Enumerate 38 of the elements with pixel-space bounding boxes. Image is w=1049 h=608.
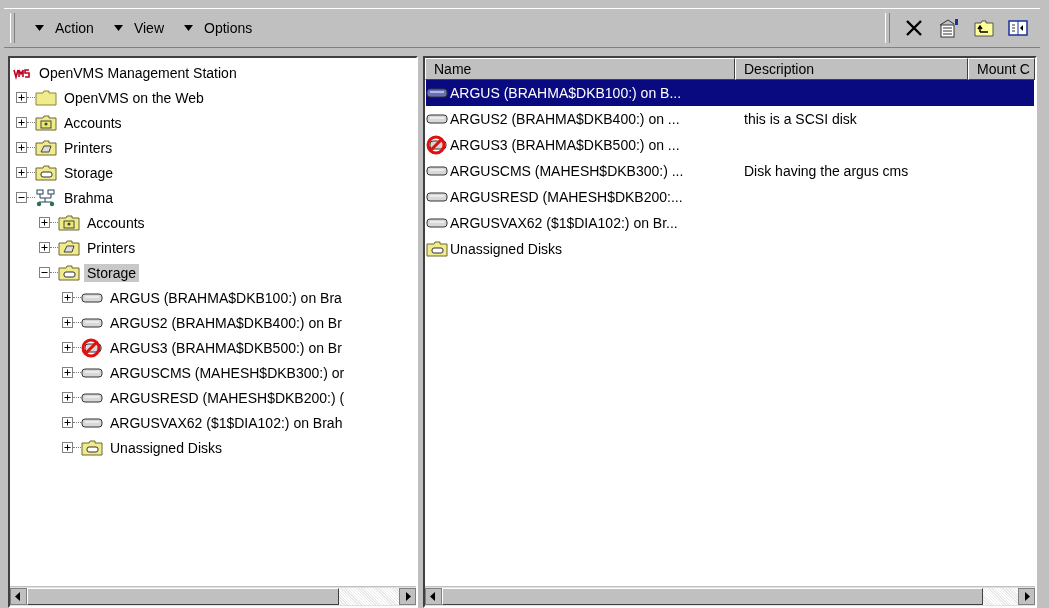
tree-item[interactable]: Accounts <box>84 213 148 232</box>
tree-item[interactable]: ARGUSVAX62 ($1$DIA102:) on Brah <box>107 413 346 432</box>
disk-name: ARGUSRESD (MAHESH$DKB200:... <box>450 189 683 205</box>
tree-item[interactable]: ARGUSRESD (MAHESH$DKB200:) ( <box>107 388 348 407</box>
tree-item[interactable]: OpenVMS Management Station <box>36 63 240 82</box>
disk-name: ARGUS3 (BRAHMA$DKB500:) on ... <box>450 137 680 153</box>
tree-item[interactable]: Brahma <box>61 188 117 207</box>
menu-button[interactable]: View <box>113 20 164 36</box>
disk-name: Unassigned Disks <box>450 241 563 257</box>
tree-item[interactable]: ARGUS (BRAHMA$DKB100:) on Bra <box>107 288 345 307</box>
tree-item[interactable]: OpenVMS on the Web <box>61 88 207 107</box>
list-row[interactable]: ARGUS (BRAHMA$DKB100:) on B... <box>426 80 1034 106</box>
menu-button[interactable]: Options <box>184 20 253 36</box>
tree-item[interactable]: ARGUSCMS (MAHESH$DKB300:) or <box>107 363 348 382</box>
list-row[interactable]: ARGUS3 (BRAHMA$DKB500:) on ... <box>426 132 1034 158</box>
list-row[interactable]: ARGUS2 (BRAHMA$DKB400:) on ... this is a SCSI disk <box>426 106 1034 132</box>
menu-button[interactable]: Action <box>35 20 94 36</box>
tree-item[interactable]: Storage <box>84 263 140 282</box>
tree-item[interactable]: ARGUS3 (BRAHMA$DKB500:) on Br <box>107 338 345 357</box>
tree-item[interactable]: Accounts <box>61 113 125 132</box>
column-header[interactable]: Name <box>425 58 735 80</box>
disk-name: ARGUSCMS (MAHESH$DKB300:) ... <box>450 163 684 179</box>
disk-name: ARGUSVAX62 ($1$DIA102:) on Br... <box>450 215 678 231</box>
disk-name: ARGUS2 (BRAHMA$DKB400:) on ... <box>450 111 680 127</box>
tree-item[interactable]: Printers <box>61 138 116 157</box>
list-row[interactable]: Unassigned Disks <box>426 236 1034 262</box>
list-row[interactable]: ARGUSRESD (MAHESH$DKB200:... <box>426 184 1034 210</box>
disk-description: Disk having the argus cms <box>744 163 909 179</box>
list-row[interactable]: ARGUSVAX62 ($1$DIA102:) on Br... <box>426 210 1034 236</box>
tree-item[interactable]: Storage <box>61 163 117 182</box>
disk-description: this is a SCSI disk <box>744 111 857 127</box>
column-header[interactable]: Description <box>735 58 968 80</box>
tree-item[interactable]: Unassigned Disks <box>107 438 226 457</box>
disk-name: ARGUS (BRAHMA$DKB100:) on B... <box>450 85 682 101</box>
tree-item[interactable]: Printers <box>84 238 139 257</box>
column-header[interactable]: Mount C <box>968 58 1035 80</box>
list-row[interactable]: ARGUSCMS (MAHESH$DKB300:) ... Disk having the argus cms <box>426 158 1034 184</box>
tree-item[interactable]: ARGUS2 (BRAHMA$DKB400:) on Br <box>107 313 345 332</box>
